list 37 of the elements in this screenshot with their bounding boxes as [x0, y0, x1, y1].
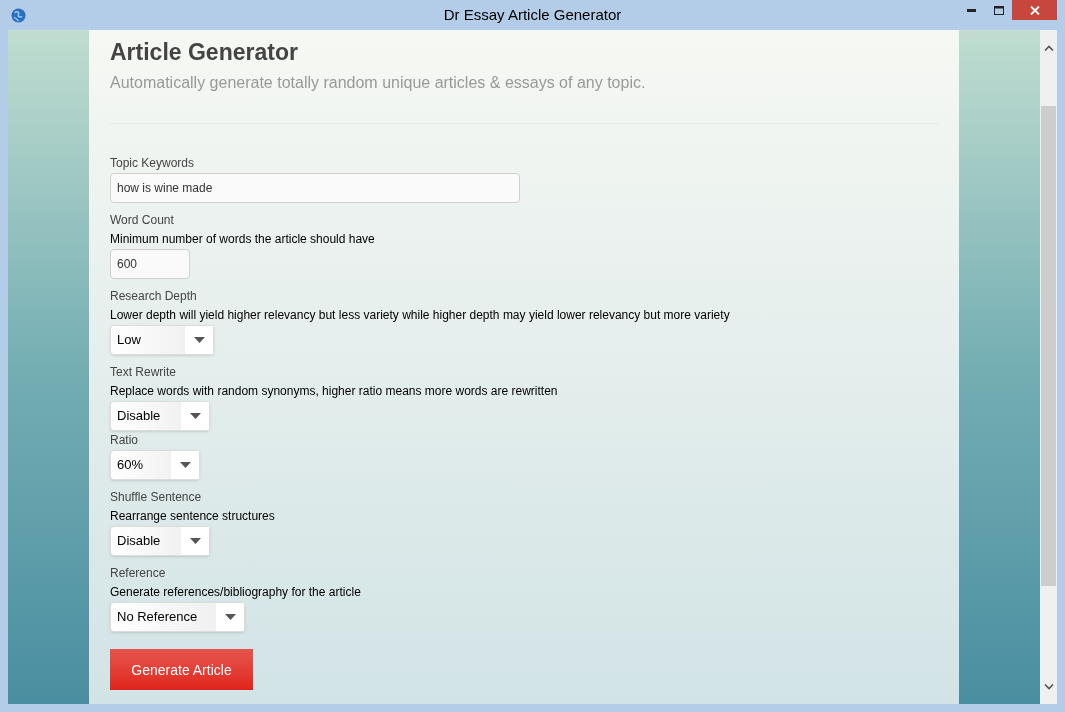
field-description: Replace words with random synonyms, higher ratio means more words are rewritten	[110, 383, 559, 400]
field-description: Minimum number of words the article should have	[110, 231, 376, 248]
scroll-down-icon	[1043, 684, 1054, 690]
field-label: Research Depth	[110, 288, 198, 305]
page-title: Article Generator	[110, 38, 299, 67]
page-subtitle: Automatically generate totally random unique articles & essays of any topic.	[110, 73, 647, 93]
close-icon	[1029, 5, 1040, 15]
field-description: Generate references/bibliography for the article	[110, 584, 362, 601]
field-label: Text Rewrite	[110, 364, 178, 381]
dropdown[interactable]: 60%	[110, 450, 200, 480]
number-input-field[interactable]: 600	[110, 249, 190, 279]
field-description: Rearrange sentence structures	[110, 508, 276, 525]
generate-article-button[interactable]: Generate Article	[110, 649, 253, 690]
scrollbar[interactable]	[1040, 30, 1057, 704]
close-button[interactable]	[1012, 0, 1057, 20]
minimize-icon	[967, 8, 976, 12]
caret-icon	[193, 337, 205, 343]
caret-icon	[179, 462, 191, 468]
caret-icon	[224, 614, 236, 620]
dropdown[interactable]: Low	[110, 325, 214, 355]
caret-icon	[189, 413, 201, 419]
text-input-field[interactable]: how is wine made	[110, 173, 520, 203]
field-label: Shuffle Sentence	[110, 489, 203, 506]
dropdown[interactable]: No Reference	[110, 602, 245, 632]
field-label: Ratio	[110, 432, 139, 449]
scrollbar-thumb[interactable]	[1041, 106, 1056, 586]
dropdown[interactable]: Disable	[110, 526, 210, 556]
dropdown[interactable]: Disable	[110, 401, 210, 431]
field-label: Topic Keywords	[110, 155, 196, 172]
field-label: Word Count	[110, 212, 175, 229]
field-label: Reference	[110, 565, 167, 582]
scroll-up-icon	[1043, 45, 1054, 51]
maximize-icon	[993, 5, 1004, 15]
globe-icon	[11, 7, 26, 23]
window-title: Dr Essay Article Generator	[443, 4, 622, 25]
field-description: Lower depth will yield higher relevancy but less variety while higher depth may yield lower relevancy but more variety	[110, 307, 731, 324]
caret-icon	[189, 538, 201, 544]
